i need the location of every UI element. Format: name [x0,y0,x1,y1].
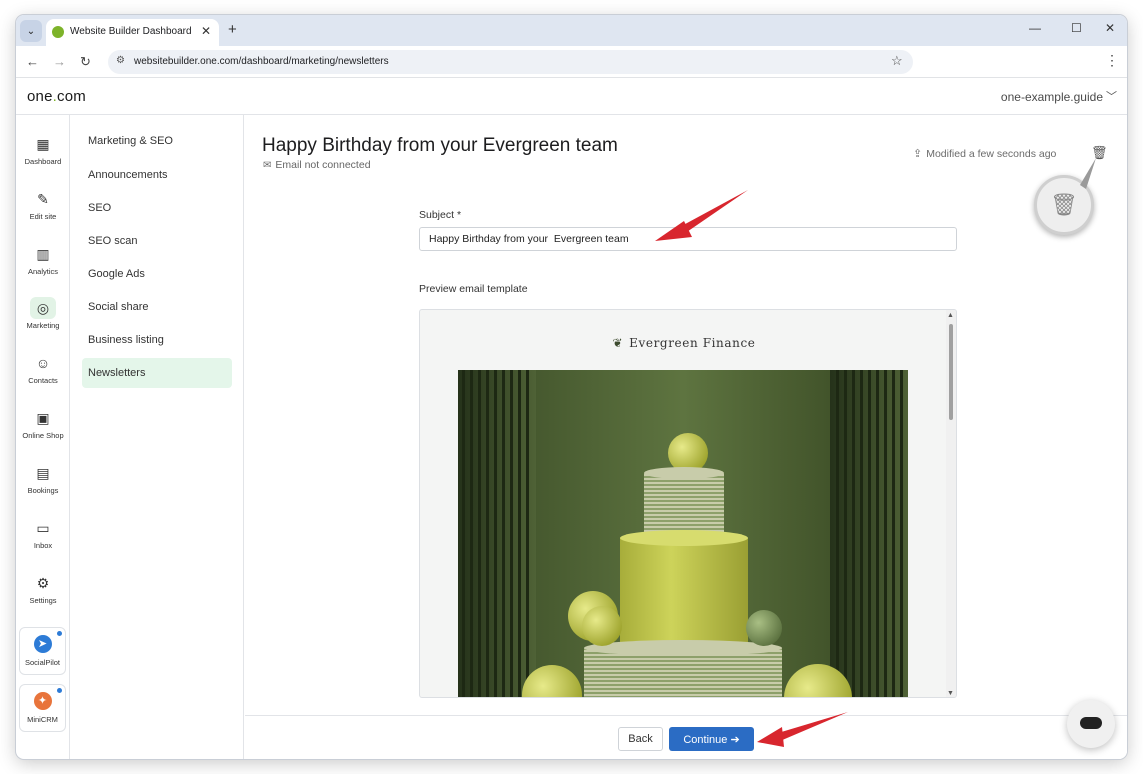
subject-input[interactable] [419,227,957,251]
extension-label: SocialPilot [24,658,61,667]
reload-icon[interactable]: ↻ [80,54,91,70]
preview-scrollbar[interactable]: ▲ ▼ [946,310,956,697]
one-com-logo[interactable]: one.com [27,88,86,105]
back-arrow-icon[interactable]: ← [26,54,39,69]
tab-title: Website Builder Dashboard [70,26,192,37]
sidebar-item-label: Inbox [33,541,53,550]
trash-icon[interactable]: 🗑 [1091,145,1108,161]
back-button[interactable]: Back [618,727,663,751]
sidebar-item-label: Marketing [26,321,60,330]
tab-close-icon[interactable]: ✕ [201,24,211,38]
birthday-cake-image [458,370,908,697]
gear-icon: ⚙ [36,575,50,591]
subnav-item-seo-scan[interactable]: SEO scan [82,226,232,256]
preview-label: Preview email template [419,283,528,295]
arrow-right-icon: ➔ [730,733,740,746]
maximize-button[interactable]: ☐ [1071,21,1082,35]
sidebar-item-marketing[interactable]: ◎ Marketing [16,297,70,330]
browser-tab[interactable]: Website Builder Dashboard ✕ [46,19,219,46]
browser-menu-icon[interactable]: ⋮ [1105,52,1119,69]
cloud-upload-icon: ⇪ [913,148,923,160]
extension-label: MiniCRM [27,715,58,724]
socialpilot-icon: ➤ [33,635,52,653]
address-bar: ← → ↻ ⚙ websitebuilder.one.com/dashboard… [16,46,1127,78]
close-window-button[interactable]: ✕ [1105,21,1115,35]
sidebar-item-online-shop[interactable]: ▣ Online Shop [16,407,70,440]
url-text[interactable]: websitebuilder.one.com/dashboard/marketi… [134,56,389,67]
analytics-icon: ▥ [36,246,50,262]
sidebar-item-bookings[interactable]: ▤ Bookings [16,462,70,495]
continue-button[interactable]: Continue ➔ [669,727,754,751]
inbox-icon: ▭ [36,520,50,536]
sidebar-item-analytics[interactable]: ▥ Analytics [16,243,70,276]
marketing-subnav: Marketing & SEO Announcements SEO SEO scan G… [70,115,244,759]
chat-bubble-icon [1080,717,1102,729]
app-header: one.com one-example.guide ﹀ [16,78,1127,115]
sidebar-item-settings[interactable]: ⚙ Settings [16,572,70,605]
leaf-icon: ❦ [612,336,624,350]
page-title: Happy Birthday from your Evergreen team [262,135,618,156]
new-tab-button[interactable]: + [228,21,237,38]
sidebar-item-contacts[interactable]: ☺ Contacts [16,352,70,385]
bookmark-star-icon[interactable]: ☆ [891,53,903,69]
email-status: ✉ Email not connected [263,159,371,171]
subnav-item-business-listing[interactable]: Business listing [82,325,232,355]
dashboard-icon: ▦ [36,136,50,152]
shop-icon: ▣ [36,410,50,426]
subnav-item-newsletters[interactable]: Newsletters [82,358,232,388]
calendar-icon: ▤ [36,465,50,481]
subject-label: Subject * [419,209,462,221]
subnav-item-marketing-seo[interactable]: Marketing & SEO [82,126,232,156]
sidebar-item-label: Edit site [29,212,57,221]
brand-header: ❦ Evergreen Finance [612,336,756,350]
subnav-item-social-share[interactable]: Social share [82,292,232,322]
browser-window: ⌄ Website Builder Dashboard ✕ + — ☐ ✕ ← … [16,15,1127,759]
minicrm-icon: ✦ [33,692,52,710]
main-sidebar: ▦ Dashboard ✎ Edit site ▥ Analytics ◎ Marketing… [16,115,70,759]
sidebar-item-label: Bookings [27,486,59,495]
sidebar-item-label: Analytics [27,267,58,276]
extension-socialpilot[interactable]: ➤ SocialPilot [19,627,66,675]
subnav-item-announcements[interactable]: Announcements [82,160,232,190]
sidebar-item-label: Contacts [28,376,58,385]
scroll-down-icon[interactable]: ▼ [947,690,954,697]
site-info-icon[interactable]: ⚙ [116,55,125,66]
editor-footer: Back Continue ➔ [245,715,1127,759]
extension-minicrm[interactable]: ✦ MiniCRM [19,684,66,732]
trash-zoom-callout: 🗑 [1034,175,1094,235]
sidebar-item-label: Online Shop [22,431,64,440]
notification-dot [57,631,62,636]
sidebar-item-dashboard[interactable]: ▦ Dashboard [16,133,70,166]
tab-strip: ⌄ Website Builder Dashboard ✕ + — ☐ ✕ [16,15,1127,46]
url-omnibox[interactable]: ⚙ websitebuilder.one.com/dashboard/marke… [108,50,913,74]
modified-status: ⇪ Modified a few seconds ago [913,148,1057,160]
mail-icon: ✉ [263,160,272,171]
account-selector[interactable]: one-example.guide [1001,90,1103,104]
sidebar-item-edit-site[interactable]: ✎ Edit site [16,188,70,221]
scroll-up-icon[interactable]: ▲ [947,312,954,319]
favicon-icon [52,26,64,38]
sidebar-item-label: Settings [29,596,57,605]
minimize-button[interactable]: — [1029,21,1041,35]
scroll-thumb[interactable] [949,324,953,420]
edit-site-icon: ✎ [37,191,49,207]
forward-arrow-icon[interactable]: → [53,54,66,69]
newsletter-editor: Happy Birthday from your Evergreen team … [245,115,1127,759]
sidebar-item-label: Dashboard [24,157,62,166]
tab-search-button[interactable]: ⌄ [20,20,42,42]
subnav-item-seo[interactable]: SEO [82,193,232,223]
sidebar-item-inbox[interactable]: ▭ Inbox [16,517,70,550]
contacts-icon: ☺ [35,355,51,371]
email-preview[interactable]: ❦ Evergreen Finance ▲ ▼ [419,309,957,698]
subnav-item-google-ads[interactable]: Google Ads [82,259,232,289]
chat-button[interactable] [1067,700,1115,748]
chevron-down-icon[interactable]: ﹀ [1106,88,1117,104]
marketing-icon: ◎ [30,297,56,319]
notification-dot [57,688,62,693]
